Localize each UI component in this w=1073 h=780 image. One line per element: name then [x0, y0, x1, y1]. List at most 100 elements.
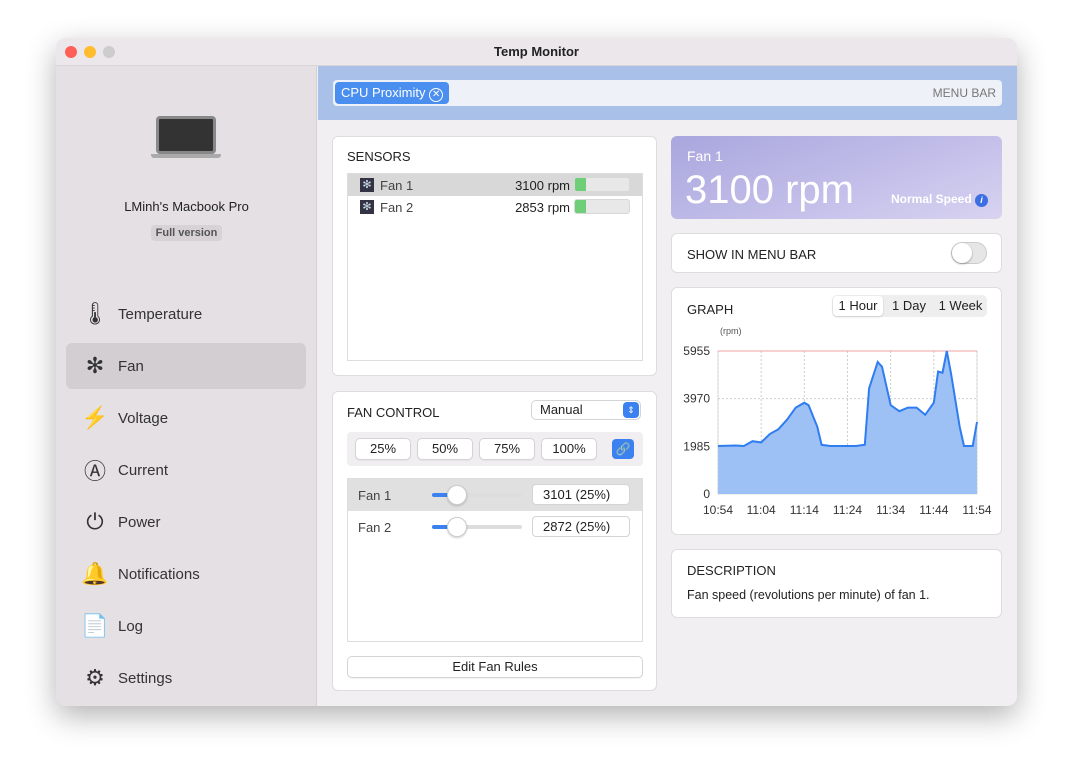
log-file-icon: 📄 — [81, 613, 109, 638]
y-tick-label: 5955 — [683, 344, 710, 358]
x-tick-label: 10:54 — [703, 503, 733, 517]
gear-icon: ⚙ — [85, 665, 105, 690]
sensor-row[interactable]: ✻ Fan 2 2853 rpm — [348, 196, 642, 218]
range-segmented-control: 1 Hour 1 Day 1 Week — [832, 295, 987, 317]
menu-bar-card: SHOW IN MENU BAR — [671, 233, 1002, 273]
y-axis-label: (rpm) — [720, 326, 742, 336]
fan-name: Fan 2 — [358, 520, 392, 535]
minimize-button[interactable] — [84, 46, 96, 58]
fan-control-card: FAN CONTROL Manual ⇕ 25% 50% 75% 100% 🔗 Fan… — [332, 391, 657, 691]
x-tick-label: 11:24 — [833, 503, 862, 517]
show-in-menu-bar-label: SHOW IN MENU BAR — [687, 247, 817, 262]
y-tick-label: 0 — [703, 487, 710, 501]
sidebar-item-notifications[interactable]: 🔔 Notifications — [66, 551, 306, 597]
sidebar-item-log[interactable]: 📄 Log — [66, 603, 306, 649]
link-fans-button[interactable]: 🔗 — [612, 439, 634, 459]
fan-speed-field[interactable]: 3101 (25%) — [532, 484, 630, 505]
menu-bar-label: MENU BAR — [932, 86, 996, 100]
sidebar-item-voltage[interactable]: ⚡ Voltage — [66, 395, 306, 441]
fan-sliders-list: Fan 1 3101 (25%) Fan 2 2872 (25%) — [347, 478, 643, 642]
zoom-button[interactable] — [103, 46, 115, 58]
rpm-chart: 10:54 11:04 11:14 11:24 11:34 11:44 11:54 0 1985… — [683, 326, 992, 517]
sidebar-item-settings[interactable]: ⚙ Settings — [66, 655, 306, 701]
fan-icon: ✻ — [360, 178, 374, 192]
fan-control-row: Fan 1 3101 (25%) — [348, 479, 642, 511]
laptop-base — [151, 154, 221, 158]
sidebar-item-label: Temperature — [118, 305, 203, 323]
y-tick-label: 1985 — [683, 439, 710, 453]
bolt-icon: ⚡ — [81, 405, 109, 430]
x-tick-label: 11:14 — [790, 503, 819, 517]
fan-speed-slider[interactable] — [432, 517, 522, 537]
fan-control-row: Fan 2 2872 (25%) — [348, 511, 642, 543]
chevron-updown-icon: ⇕ — [623, 402, 639, 418]
x-tick-label: 11:34 — [876, 503, 905, 517]
info-icon[interactable]: i — [975, 194, 988, 207]
remove-chip-icon[interactable]: ✕ — [429, 88, 444, 102]
sidebar: LMinh's Macbook Pro Full version 🌡 Temper… — [56, 66, 317, 706]
graph-title: GRAPH — [687, 302, 734, 317]
sensor-level-bar — [574, 177, 630, 192]
window-title: Temp Monitor — [494, 44, 579, 59]
description-card: DESCRIPTION Fan speed (revolutions per m… — [671, 549, 1002, 618]
y-tick-label: 3970 — [683, 392, 710, 406]
bell-icon: 🔔 — [81, 561, 109, 586]
fan-speed-field[interactable]: 2872 (25%) — [532, 516, 630, 537]
search-bar-area: CPU Proximity ✕ MENU BAR — [318, 66, 1017, 120]
range-tab[interactable]: 1 Hour — [833, 296, 883, 316]
app-window: Temp Monitor LMinh's Macbook Pro Full ve… — [56, 38, 1017, 706]
presets-bar: 25% 50% 75% 100% 🔗 — [347, 432, 643, 466]
sidebar-item-power[interactable]: ⏻ Power — [66, 499, 306, 545]
description-title: DESCRIPTION — [687, 563, 776, 578]
sensor-chip[interactable]: CPU Proximity ✕ — [335, 82, 450, 104]
sensor-search-field[interactable]: CPU Proximity ✕ MENU BAR — [333, 80, 1002, 106]
preset-button[interactable]: 25% — [355, 438, 411, 460]
sensors-title: SENSORS — [347, 149, 411, 164]
sidebar-item-label: Notifications — [118, 565, 200, 583]
plug-icon: ⏻ — [86, 509, 104, 534]
ampere-icon: Ⓐ — [83, 459, 106, 484]
x-tick-label: 11:04 — [747, 503, 776, 517]
sensor-value: 3100 rpm — [515, 178, 570, 193]
header-fan-name: Fan 1 — [687, 148, 723, 164]
graph-card: GRAPH 1 Hour 1 Day 1 Week 10:54 11:04 11:14 1… — [671, 287, 1002, 535]
sensor-value: 2853 rpm — [515, 200, 570, 215]
fan-icon: ✻ — [85, 353, 105, 378]
sidebar-item-label: Settings — [118, 669, 173, 687]
sidebar-item-temperature[interactable]: 🌡 Temperature — [66, 291, 306, 337]
sidebar-item-current[interactable]: Ⓐ Current — [66, 447, 306, 493]
laptop-icon — [156, 116, 216, 154]
x-tick-label: 11:54 — [962, 503, 991, 517]
version-badge: Full version — [150, 225, 223, 241]
preset-button[interactable]: 100% — [541, 438, 597, 460]
title-bar: Temp Monitor — [56, 38, 1017, 66]
sensor-level-bar — [574, 199, 630, 214]
speed-status: Normal Speed — [890, 192, 972, 206]
sidebar-item-fan[interactable]: ✻ Fan — [66, 343, 306, 389]
sensor-row[interactable]: ✻ Fan 1 3100 rpm — [348, 174, 642, 196]
sidebar-item-label: Power — [118, 513, 161, 531]
fan-name: Fan 1 — [358, 488, 392, 503]
x-tick-label: 11:44 — [919, 503, 948, 517]
preset-button[interactable]: 75% — [479, 438, 535, 460]
menu-bar-toggle[interactable] — [951, 242, 987, 264]
sensor-name: Fan 1 — [380, 178, 414, 193]
sidebar-item-label: Current — [118, 461, 169, 479]
edit-fan-rules-button[interactable]: Edit Fan Rules — [347, 656, 643, 678]
header-fan-value: 3100 rpm — [685, 168, 854, 212]
mode-select[interactable]: Manual ⇕ — [531, 400, 641, 420]
sidebar-item-label: Voltage — [118, 409, 169, 427]
fan-speed-slider[interactable] — [432, 485, 522, 505]
range-tab[interactable]: 1 Day — [885, 296, 933, 316]
sensor-name: Fan 2 — [380, 200, 414, 215]
sensors-card: SENSORS ✻ Fan 1 3100 rpm ✻ Fan 2 2853 rp… — [332, 136, 657, 376]
close-button[interactable] — [65, 46, 77, 58]
description-text: Fan speed (revolutions per minute) of fa… — [687, 588, 930, 602]
thermometer-icon: 🌡 — [81, 301, 109, 326]
range-tab[interactable]: 1 Week — [935, 296, 986, 316]
fan-header-banner: Fan 1 3100 rpm Normal Speed i — [671, 136, 1002, 219]
preset-button[interactable]: 50% — [417, 438, 473, 460]
sensors-list: ✻ Fan 1 3100 rpm ✻ Fan 2 2853 rpm — [347, 173, 643, 361]
sidebar-item-label: Fan — [118, 357, 144, 375]
toggle-knob — [952, 243, 972, 263]
